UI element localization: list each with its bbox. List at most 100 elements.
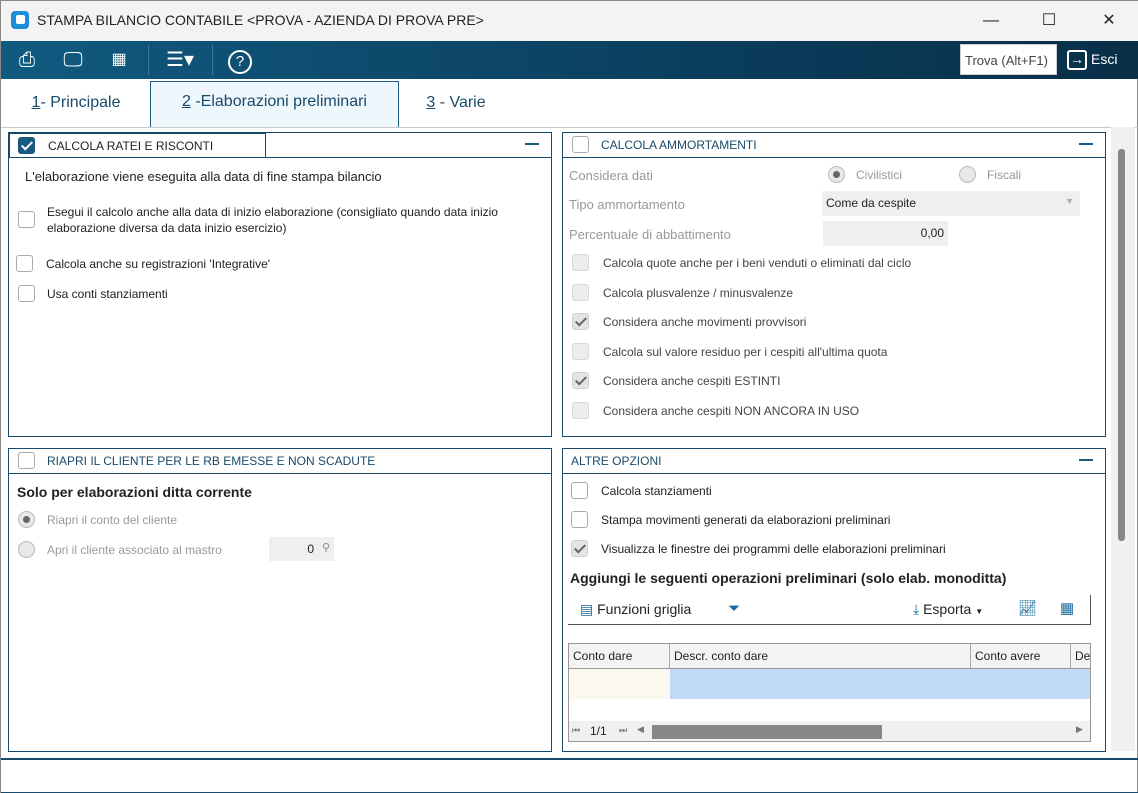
grid-monitor-icon[interactable]: ▦	[104, 46, 134, 74]
column-header[interactable]: Descr. conto dare	[670, 644, 971, 668]
column-header[interactable]: Conto avere	[971, 644, 1071, 668]
ammortamenti-option-checkbox[interactable]	[572, 372, 589, 389]
stampa-movimenti-label: Stampa movimenti generati da elaborazion…	[601, 513, 891, 527]
status-bar	[1, 758, 1138, 793]
chart-icon[interactable]: 📈︎	[1018, 599, 1037, 617]
scroll-thumb[interactable]	[1118, 149, 1125, 541]
riapri-subtitle: Solo per elaborazioni ditta corrente	[17, 484, 252, 500]
filter-icon[interactable]: ⏷	[728, 600, 740, 617]
last-page-icon: ⏭	[619, 725, 628, 735]
scroll-right-icon: ▶	[1076, 724, 1083, 734]
altre-header: ALTRE OPZIONI	[563, 449, 1105, 474]
layout-grid-icon[interactable]: ▦	[1060, 599, 1074, 617]
ammortamenti-option-label: Calcola plusvalenze / minusvalenze	[603, 285, 794, 300]
column-header[interactable]: De	[1071, 644, 1090, 668]
mastro-input[interactable]: 0 ⚲	[269, 537, 334, 561]
grid-scrollbar[interactable]: ⏮ 1/1 ⏭ ◀ ▶	[569, 721, 1090, 741]
visualizza-finestre-checkbox[interactable]	[571, 540, 588, 557]
riapri-conto-radio[interactable]	[18, 511, 35, 528]
list-icon: ▤	[580, 601, 594, 617]
ammortamenti-option-label: Calcola sul valore residuo per i cespiti…	[603, 344, 888, 359]
tab-principale[interactable]: 1- Principale	[11, 83, 141, 127]
stanziamenti-label: Usa conti stanziamenti	[47, 287, 168, 301]
ammortamenti-header: CALCOLA AMMORTAMENTI	[563, 133, 1105, 158]
perc-label: Percentuale di abbattimento	[569, 227, 731, 242]
app-logo-icon	[11, 11, 29, 29]
grid-functions-button[interactable]: ▤ Funzioni griglia	[580, 601, 691, 618]
riapri-checkbox[interactable]	[18, 452, 35, 469]
window-title: STAMPA BILANCIO CONTABILE <PROVA - AZIEN…	[37, 12, 484, 28]
monitor-icon[interactable]: 🖵	[58, 46, 88, 74]
grid-title: Aggiungi le seguenti operazioni prelimin…	[570, 570, 1007, 586]
ammortamenti-option-label: Calcola quote anche per i beni venduti o…	[603, 256, 912, 270]
divider	[1, 127, 1138, 128]
collapse-icon[interactable]	[1079, 459, 1093, 461]
help-icon[interactable]: ?	[225, 46, 255, 74]
search-icon: ⚲	[321, 542, 330, 554]
data-grid: Conto dare Descr. conto dare Conto avere…	[568, 643, 1091, 742]
ammortamenti-option-checkbox[interactable]	[572, 342, 589, 360]
exit-label: Esci	[1091, 51, 1118, 67]
ammortamenti-option-checkbox[interactable]	[572, 401, 589, 419]
download-icon: ⤓	[913, 601, 920, 617]
tab-varie[interactable]: 3 - Varie	[411, 83, 501, 127]
ammortamenti-option-label: Considera anche cespiti ESTINTI	[603, 374, 781, 388]
maximize-button[interactable]: ☐	[1029, 7, 1069, 35]
stanziamenti-checkbox[interactable]	[18, 285, 35, 302]
calcola-stanziamenti-checkbox[interactable]	[571, 482, 588, 499]
calc-inizio-label-2: elaborazione diversa da data inizio eser…	[47, 221, 287, 235]
visualizza-finestre-label: Visualizza le finestre dei programmi del…	[601, 542, 946, 556]
apri-mastro-label: Apri il cliente associato al mastro	[47, 543, 222, 557]
altre-opzioni-panel: ALTRE OPZIONI Calcola stanziamenti Stamp…	[562, 448, 1106, 752]
civilistici-label: Civilistici	[856, 168, 902, 182]
title-bar: STAMPA BILANCIO CONTABILE <PROVA - AZIEN…	[1, 1, 1138, 41]
pager: 1/1	[590, 724, 607, 738]
stampa-movimenti-checkbox[interactable]	[571, 511, 588, 528]
exit-button[interactable]: → Esci	[1067, 45, 1117, 73]
ammortamenti-option-checkbox[interactable]	[572, 313, 589, 330]
print-icon[interactable]: ⎙	[12, 46, 42, 74]
riapri-header: RIAPRI IL CLIENTE PER LE RB EMESSE E NON…	[9, 449, 551, 474]
toolbar-separator	[212, 45, 213, 75]
close-button[interactable]: ✕	[1089, 7, 1129, 35]
ammortamenti-option-label: Considera anche cespiti NON ANCORA IN US…	[603, 403, 860, 418]
scroll-left-icon: ◀	[637, 724, 644, 734]
integrative-checkbox[interactable]	[16, 255, 33, 272]
perc-input[interactable]: 0,00	[823, 221, 948, 246]
fiscali-label: Fiscali	[987, 168, 1022, 182]
apri-mastro-radio[interactable]	[18, 541, 35, 558]
ammortamenti-option-label: Considera anche movimenti provvisori	[603, 315, 807, 329]
vertical-scrollbar[interactable]	[1111, 127, 1135, 751]
riapri-panel: RIAPRI IL CLIENTE PER LE RB EMESSE E NON…	[8, 448, 552, 752]
export-button[interactable]: ⤓ Esporta ▼	[913, 601, 983, 618]
ammortamenti-option-checkbox[interactable]	[572, 283, 589, 301]
calcola-stanziamenti-label: Calcola stanziamenti	[601, 484, 712, 498]
column-header[interactable]: Conto dare	[569, 644, 670, 668]
toolbar-separator	[148, 45, 149, 75]
tipo-label: Tipo ammortamento	[569, 197, 685, 212]
tipo-select[interactable]: Come da cespite ▼	[822, 191, 1080, 216]
ratei-info: L'elaborazione viene eseguita alla data …	[25, 169, 382, 184]
calc-inizio-checkbox[interactable]	[18, 211, 35, 228]
ratei-risconti-panel: CALCOLA RATEI E RISCONTI L'elaborazione …	[8, 132, 552, 437]
search-input[interactable]: Trova (Alt+F1)	[960, 44, 1057, 75]
ammortamenti-panel: CALCOLA AMMORTAMENTI Considera dati Civi…	[562, 132, 1106, 437]
menu-dropdown-icon[interactable]: ☰▾	[161, 46, 199, 74]
collapse-icon[interactable]	[1079, 143, 1093, 145]
scroll-thumb[interactable]	[652, 725, 882, 739]
collapse-icon[interactable]	[525, 143, 539, 145]
grid-row-selected[interactable]	[670, 668, 1090, 699]
ratei-header: CALCOLA RATEI E RISCONTI	[9, 133, 266, 158]
civilistici-radio[interactable]	[828, 166, 845, 183]
considera-label: Considera dati	[569, 168, 653, 183]
fiscali-radio[interactable]	[959, 166, 976, 183]
integrative-label: Calcola anche su registrazioni 'Integrat…	[46, 257, 271, 271]
minimize-button[interactable]: —	[971, 7, 1011, 35]
grid-cell[interactable]	[569, 668, 670, 699]
first-page-icon: ⏮	[572, 725, 581, 735]
tab-elaborazioni-preliminari[interactable]: 2 -Elaborazioni preliminari	[150, 81, 399, 128]
ratei-checkbox[interactable]	[18, 137, 35, 154]
ammortamenti-checkbox[interactable]	[572, 136, 589, 153]
grid-toolbar: ▤ Funzioni griglia ⏷ ⤓ Esporta ▼ 📈︎ ▦	[568, 595, 1091, 625]
ammortamenti-option-checkbox[interactable]	[572, 254, 589, 271]
